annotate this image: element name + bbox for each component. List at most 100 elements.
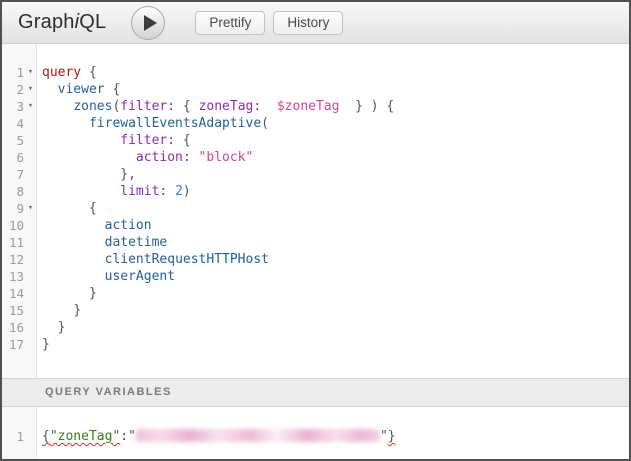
- prettify-button[interactable]: Prettify: [195, 11, 265, 35]
- code-text: userAgent: [37, 268, 175, 285]
- code-line[interactable]: 14 }: [2, 285, 629, 302]
- fold-toggle-icon[interactable]: ▾: [24, 98, 37, 115]
- code-text: viewer {: [37, 81, 120, 98]
- fold-spacer: [24, 285, 37, 302]
- gutter: 4: [2, 115, 37, 132]
- line-number: 8: [2, 183, 24, 200]
- code-text: clientRequestHTTPHost: [37, 251, 269, 268]
- token: {: [175, 99, 198, 114]
- query-variables-title: QUERY VARIABLES: [45, 386, 172, 398]
- code-line[interactable]: 15 }: [2, 302, 629, 319]
- line-number: 12: [2, 251, 24, 268]
- gutter: 5: [2, 132, 37, 149]
- token: zones: [73, 99, 112, 114]
- token: datetime: [105, 235, 168, 250]
- fold-spacer: [24, 183, 37, 200]
- token: {: [175, 133, 191, 148]
- token: [42, 252, 105, 267]
- code-text: action: "block": [37, 149, 253, 166]
- token: zoneTag:: [199, 99, 262, 114]
- fold-spacer: [24, 149, 37, 166]
- gutter: 10: [2, 217, 37, 234]
- token: clientRequestHTTPHost: [105, 252, 269, 267]
- token: [42, 218, 105, 233]
- fold-spacer: [24, 268, 37, 285]
- fold-toggle-icon[interactable]: ▾: [24, 81, 37, 98]
- line-number: 5: [2, 132, 24, 149]
- gutter: 7: [2, 166, 37, 183]
- fold-spacer: [24, 217, 37, 234]
- token: "block": [199, 150, 254, 165]
- token: ": [380, 429, 388, 444]
- code-line[interactable]: 1▾query {: [2, 64, 629, 81]
- code-line[interactable]: 12 clientRequestHTTPHost: [2, 251, 629, 268]
- token: }: [89, 286, 97, 301]
- token: viewer: [58, 82, 105, 97]
- token: [167, 184, 175, 199]
- token: [42, 82, 58, 97]
- fold-spacer: [24, 336, 37, 353]
- line-number: 9: [2, 200, 24, 217]
- token: [42, 116, 89, 131]
- token: :": [120, 429, 136, 444]
- token: {: [42, 429, 50, 444]
- token: (: [261, 116, 269, 131]
- code-line[interactable]: 2▾ viewer {: [2, 81, 629, 98]
- token: {: [105, 82, 121, 97]
- code-line[interactable]: 16 }: [2, 319, 629, 336]
- code-line[interactable]: 9▾ {: [2, 200, 629, 217]
- code-line[interactable]: 10 action: [2, 217, 629, 234]
- code-text: {"zoneTag":""}: [37, 428, 396, 445]
- token: }: [73, 303, 81, 318]
- token: },: [120, 167, 136, 182]
- gutter: 11: [2, 234, 37, 251]
- query-editor[interactable]: 1▾query {2▾ viewer {3▾ zones(filter: { z…: [2, 44, 629, 378]
- code-text: {: [37, 200, 97, 217]
- code-line[interactable]: 1{"zoneTag":""}: [2, 428, 629, 445]
- token: firewallEventsAdaptive: [89, 116, 261, 131]
- code-line[interactable]: 13 userAgent: [2, 268, 629, 285]
- token: filter:: [120, 133, 175, 148]
- code-line[interactable]: 5 filter: {: [2, 132, 629, 149]
- token: [42, 269, 105, 284]
- variables-editor[interactable]: 1{"zoneTag":""}: [2, 407, 629, 459]
- token: action:: [136, 150, 191, 165]
- code-line[interactable]: 3▾ zones(filter: { zoneTag: $zoneTag } )…: [2, 98, 629, 115]
- fold-toggle-icon[interactable]: ▾: [24, 64, 37, 81]
- query-variables-header[interactable]: QUERY VARIABLES: [2, 378, 629, 407]
- fold-spacer: [24, 166, 37, 183]
- gutter: 16: [2, 319, 37, 336]
- token: [42, 320, 58, 335]
- code-line[interactable]: 17}: [2, 336, 629, 353]
- token: filter:: [120, 99, 175, 114]
- code-line[interactable]: 8 limit: 2): [2, 183, 629, 200]
- code-text: }: [37, 336, 50, 353]
- code-line[interactable]: 7 },: [2, 166, 629, 183]
- token: 2: [175, 184, 183, 199]
- token: }: [58, 320, 66, 335]
- app-title: GraphiQL: [18, 11, 106, 34]
- line-number: 13: [2, 268, 24, 285]
- token: [42, 99, 73, 114]
- token: query: [42, 65, 81, 80]
- token: ): [183, 184, 191, 199]
- execute-button[interactable]: [131, 6, 165, 40]
- token: [42, 286, 89, 301]
- code-line[interactable]: 4 firewallEventsAdaptive(: [2, 115, 629, 132]
- gutter: 2▾: [2, 81, 37, 98]
- history-button[interactable]: History: [273, 11, 343, 35]
- code-line[interactable]: 11 datetime: [2, 234, 629, 251]
- gutter: 8: [2, 183, 37, 200]
- fold-toggle-icon[interactable]: ▾: [24, 200, 37, 217]
- line-number: 15: [2, 302, 24, 319]
- fold-spacer: [24, 428, 37, 445]
- gutter: 13: [2, 268, 37, 285]
- gutter: 9▾: [2, 200, 37, 217]
- line-number: 14: [2, 285, 24, 302]
- token: {: [81, 65, 97, 80]
- code-text: },: [37, 166, 136, 183]
- gutter: 17: [2, 336, 37, 353]
- fold-spacer: [24, 302, 37, 319]
- code-line[interactable]: 6 action: "block": [2, 149, 629, 166]
- gutter: 15: [2, 302, 37, 319]
